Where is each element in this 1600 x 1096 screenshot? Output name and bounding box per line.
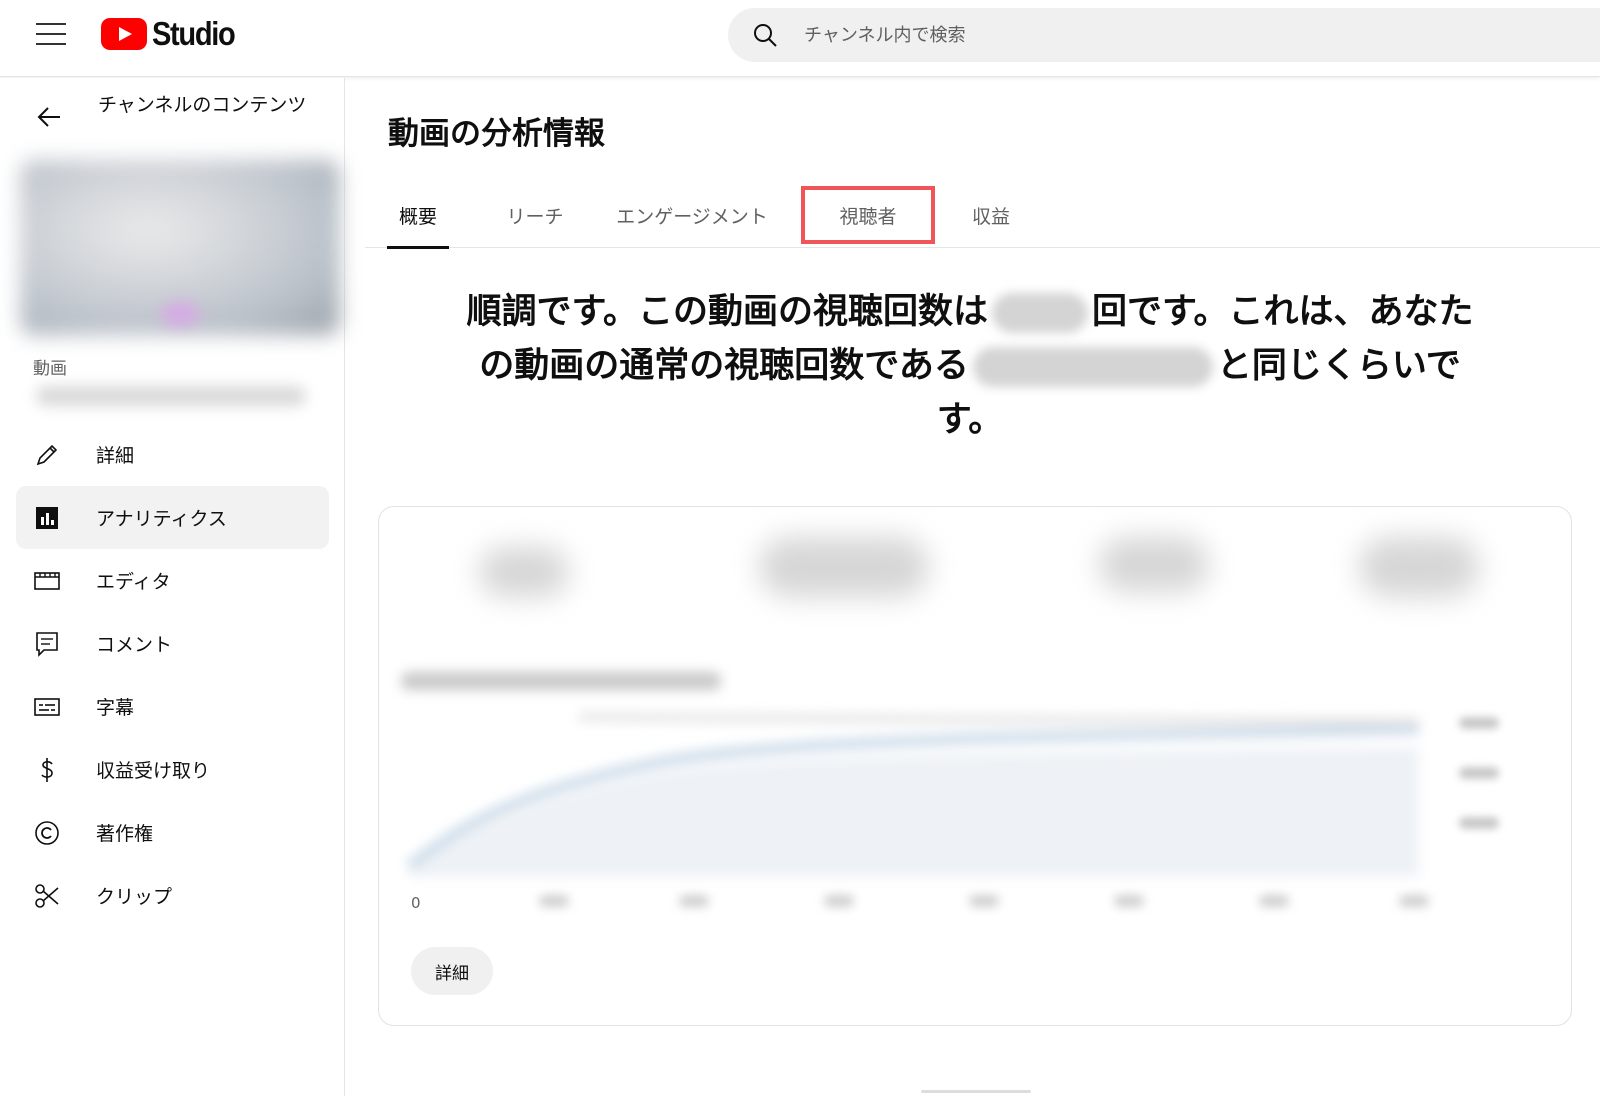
subtitles-icon	[34, 698, 60, 716]
search-icon[interactable]	[752, 22, 778, 48]
back-arrow-icon[interactable]	[36, 104, 62, 130]
tab-reach[interactable]: リーチ	[495, 182, 575, 248]
chart-y-zero-label: 0	[411, 894, 421, 912]
performance-summary: 順調です。この動画の視聴回数は 回です。これは、あなたの動画の通常の視聴回数である…	[460, 285, 1480, 447]
analytics-tabs: 概要 リーチ エンゲージメント 視聴者 収益	[365, 182, 1600, 249]
metrics-summary-redacted	[459, 527, 1479, 617]
youtube-play-icon	[101, 18, 147, 50]
sidebar-item-copyright[interactable]: 著作権	[16, 801, 329, 864]
video-title-redacted	[36, 386, 306, 406]
sidebar-item-analytics[interactable]: アナリティクス	[16, 486, 329, 549]
analytics-icon	[36, 507, 58, 529]
details-button[interactable]: 詳細	[411, 947, 493, 995]
back-to-channel-content[interactable]: チャンネルのコンテンツ	[0, 90, 345, 150]
logo-text: Studio	[152, 15, 236, 52]
back-title: チャンネルのコンテンツ	[98, 94, 307, 116]
summary-text-1: 順調です。この動画の視聴回数は	[466, 292, 988, 332]
sidebar-item-details[interactable]: 詳細	[16, 423, 329, 486]
tab-engagement[interactable]: エンゲージメント	[607, 182, 777, 248]
thumbnail-detail	[160, 303, 200, 325]
clapperboard-icon	[34, 572, 60, 590]
sidebar-item-editor[interactable]: エディタ	[16, 549, 329, 612]
view-count-redacted	[992, 293, 1088, 333]
tab-revenue[interactable]: 収益	[951, 182, 1031, 248]
sidebar: チャンネルのコンテンツ 動画 詳細 アナリティクス エディタ コメント 字幕 収…	[0, 78, 345, 1096]
search-input[interactable]	[804, 8, 1564, 62]
pencil-icon	[36, 444, 58, 466]
sidebar-item-monetization[interactable]: 収益受け取り	[16, 738, 329, 801]
comment-icon	[36, 632, 58, 657]
sidebar-item-label: 収益受け取り	[96, 760, 211, 782]
tab-audience[interactable]: 視聴者	[801, 186, 935, 244]
chart-x-labels-redacted	[539, 895, 1459, 909]
typical-views-redacted	[972, 347, 1213, 387]
chart-y-labels-redacted	[1459, 717, 1509, 857]
sidebar-item-clips[interactable]: クリップ	[16, 864, 329, 927]
page-title: 動画の分析情報	[388, 116, 605, 152]
youtube-studio-logo[interactable]: Studio	[101, 14, 246, 54]
performance-card: 0 詳細	[378, 506, 1572, 1026]
sidebar-item-label: 詳細	[96, 445, 135, 467]
sidebar-item-label: アナリティクス	[96, 508, 227, 530]
video-label: 動画	[33, 359, 67, 379]
copyright-icon	[35, 821, 59, 845]
scissors-icon	[35, 884, 59, 908]
sidebar-item-label: クリップ	[96, 886, 173, 908]
tab-overview[interactable]: 概要	[387, 182, 449, 249]
top-bar: Studio	[0, 0, 1600, 77]
sidebar-item-label: 著作権	[96, 823, 154, 845]
dollar-icon	[41, 758, 53, 782]
sidebar-item-label: コメント	[96, 634, 173, 656]
performance-chart	[405, 713, 1420, 877]
sidebar-item-subtitles[interactable]: 字幕	[16, 675, 329, 738]
scroll-indicator	[921, 1090, 1031, 1093]
sidebar-item-label: エディタ	[96, 571, 171, 593]
sidebar-item-comments[interactable]: コメント	[16, 612, 329, 675]
search-bar[interactable]	[728, 8, 1600, 62]
sidebar-item-label: 字幕	[96, 697, 135, 719]
chart-legend-redacted	[401, 672, 721, 690]
hamburger-menu-icon[interactable]	[36, 23, 66, 47]
sidebar-nav: 詳細 アナリティクス エディタ コメント 字幕 収益受け取り 著作権 クリップ	[16, 423, 329, 927]
